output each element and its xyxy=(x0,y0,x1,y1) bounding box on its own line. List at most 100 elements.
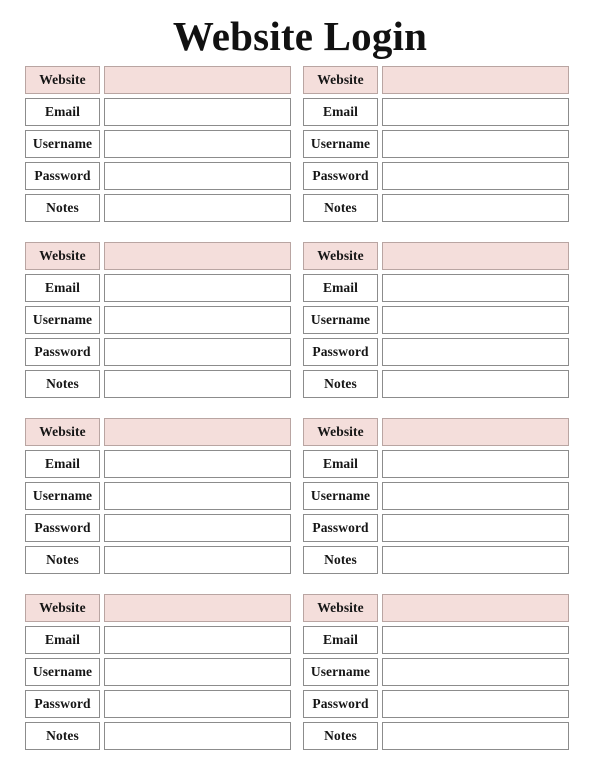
field-label-username: Username xyxy=(303,658,378,686)
field-label-notes: Notes xyxy=(25,546,100,574)
field-row: Password xyxy=(25,514,291,542)
field-input-username[interactable] xyxy=(382,482,569,510)
field-row: Notes xyxy=(303,722,569,750)
field-input-website[interactable] xyxy=(382,242,569,270)
field-label-username: Username xyxy=(25,130,100,158)
field-input-password[interactable] xyxy=(104,338,291,366)
field-label-website: Website xyxy=(25,242,100,270)
field-input-notes[interactable] xyxy=(382,722,569,750)
field-input-username[interactable] xyxy=(104,130,291,158)
field-row: Notes xyxy=(25,546,291,574)
field-row: Email xyxy=(303,626,569,654)
field-row: Username xyxy=(303,130,569,158)
field-label-email: Email xyxy=(303,274,378,302)
field-input-password[interactable] xyxy=(382,338,569,366)
field-label-username: Username xyxy=(303,306,378,334)
field-input-notes[interactable] xyxy=(104,370,291,398)
field-label-email: Email xyxy=(25,98,100,126)
field-input-email[interactable] xyxy=(104,98,291,126)
field-input-email[interactable] xyxy=(104,274,291,302)
field-input-website[interactable] xyxy=(104,594,291,622)
field-row: Website xyxy=(25,594,291,622)
field-row: Username xyxy=(303,482,569,510)
field-input-username[interactable] xyxy=(104,658,291,686)
field-input-password[interactable] xyxy=(382,514,569,542)
field-row: Website xyxy=(25,66,291,94)
field-input-notes[interactable] xyxy=(382,546,569,574)
field-label-notes: Notes xyxy=(303,370,378,398)
field-input-email[interactable] xyxy=(382,274,569,302)
field-input-email[interactable] xyxy=(382,450,569,478)
field-input-username[interactable] xyxy=(382,130,569,158)
field-input-notes[interactable] xyxy=(104,722,291,750)
field-input-email[interactable] xyxy=(382,626,569,654)
field-label-email: Email xyxy=(303,450,378,478)
field-input-website[interactable] xyxy=(104,418,291,446)
field-row: Notes xyxy=(303,370,569,398)
field-row: Website xyxy=(303,66,569,94)
field-label-password: Password xyxy=(303,514,378,542)
field-label-website: Website xyxy=(303,242,378,270)
field-input-email[interactable] xyxy=(382,98,569,126)
field-row: Password xyxy=(303,338,569,366)
field-row: Password xyxy=(25,338,291,366)
field-input-password[interactable] xyxy=(104,162,291,190)
field-row: Password xyxy=(303,690,569,718)
field-row: Website xyxy=(303,594,569,622)
field-row: Notes xyxy=(303,194,569,222)
field-input-password[interactable] xyxy=(104,690,291,718)
field-input-email[interactable] xyxy=(104,626,291,654)
field-input-username[interactable] xyxy=(382,306,569,334)
field-label-password: Password xyxy=(25,690,100,718)
password-log-page: Website Login Website Email Username Passwo… xyxy=(0,0,600,775)
entry-row: Website Email Username Password Notes Website… xyxy=(25,418,569,574)
field-label-website: Website xyxy=(25,418,100,446)
field-label-website: Website xyxy=(25,594,100,622)
field-row: Email xyxy=(25,626,291,654)
field-label-username: Username xyxy=(25,306,100,334)
field-input-notes[interactable] xyxy=(104,546,291,574)
field-label-password: Password xyxy=(25,338,100,366)
field-row: Username xyxy=(303,658,569,686)
field-label-username: Username xyxy=(25,658,100,686)
field-input-password[interactable] xyxy=(382,162,569,190)
field-label-website: Website xyxy=(303,66,378,94)
field-input-email[interactable] xyxy=(104,450,291,478)
login-entry-card: Website Email Username Password Notes xyxy=(25,242,291,398)
page-title: Website Login xyxy=(172,13,428,59)
field-label-website: Website xyxy=(25,66,100,94)
field-input-password[interactable] xyxy=(382,690,569,718)
field-row: Notes xyxy=(25,194,291,222)
field-row: Email xyxy=(303,274,569,302)
field-input-username[interactable] xyxy=(104,482,291,510)
field-input-password[interactable] xyxy=(104,514,291,542)
field-input-website[interactable] xyxy=(382,66,569,94)
field-input-website[interactable] xyxy=(382,594,569,622)
field-input-username[interactable] xyxy=(382,658,569,686)
field-label-username: Username xyxy=(303,482,378,510)
field-label-website: Website xyxy=(303,594,378,622)
field-input-website[interactable] xyxy=(382,418,569,446)
field-input-notes[interactable] xyxy=(104,194,291,222)
field-label-email: Email xyxy=(25,626,100,654)
field-input-notes[interactable] xyxy=(382,370,569,398)
field-input-website[interactable] xyxy=(104,242,291,270)
field-label-password: Password xyxy=(25,514,100,542)
field-row: Email xyxy=(25,98,291,126)
field-row: Email xyxy=(303,450,569,478)
field-row: Website xyxy=(25,242,291,270)
field-row: Username xyxy=(25,306,291,334)
field-input-website[interactable] xyxy=(104,66,291,94)
field-label-notes: Notes xyxy=(25,370,100,398)
field-row: Notes xyxy=(25,722,291,750)
field-input-notes[interactable] xyxy=(382,194,569,222)
entry-row: Website Email Username Password Notes Website… xyxy=(25,66,569,222)
field-label-notes: Notes xyxy=(25,194,100,222)
field-input-username[interactable] xyxy=(104,306,291,334)
field-row: Email xyxy=(303,98,569,126)
login-entry-card: Website Email Username Password Notes xyxy=(303,418,569,574)
field-row: Website xyxy=(25,418,291,446)
field-row: Website xyxy=(303,242,569,270)
field-label-password: Password xyxy=(25,162,100,190)
field-row: Username xyxy=(25,482,291,510)
